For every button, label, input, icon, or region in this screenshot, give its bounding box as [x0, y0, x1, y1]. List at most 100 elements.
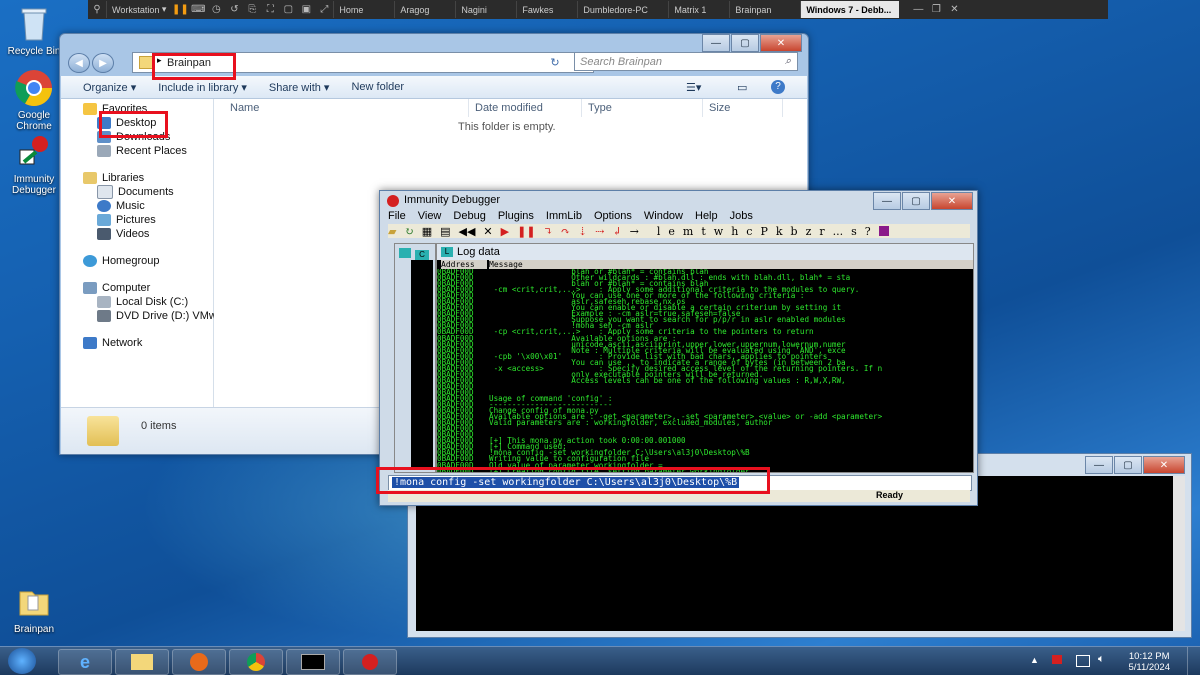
vm-restore-icon[interactable]: ❐ — [927, 1, 945, 18]
toolbar-letter-b[interactable]: b — [791, 225, 798, 238]
nav-computer[interactable]: Computer — [83, 281, 150, 295]
log-data-window[interactable]: L Log data Address Message 0BADF00D blah… — [436, 243, 974, 473]
console-scrollbar[interactable] — [1173, 476, 1185, 631]
immunity-minimize-button[interactable]: — — [873, 192, 901, 210]
explorer-minimize-button[interactable]: — — [702, 34, 730, 52]
show-desktop-button[interactable] — [1187, 647, 1200, 675]
immunity-maximize-button[interactable]: ▢ — [902, 192, 930, 210]
address-refresh-button[interactable]: ↻ — [544, 53, 566, 71]
desktop-icon-brainpan[interactable]: Brainpan — [2, 582, 66, 635]
rewind-icon[interactable]: ◀◀ — [459, 225, 476, 238]
nav-documents[interactable]: Documents — [97, 185, 174, 199]
snapshot-icon[interactable]: ◷ — [207, 1, 225, 18]
goto-icon[interactable]: → — [630, 225, 639, 238]
tray-flag-icon[interactable] — [1052, 655, 1062, 664]
console-maximize-button[interactable]: ▢ — [1114, 456, 1142, 474]
organize-button[interactable]: Organize ▾ — [83, 81, 136, 94]
toolbar-letter-help[interactable]: ? — [865, 225, 871, 238]
toolbar-letter-k[interactable]: k — [776, 225, 783, 238]
log-body[interactable]: 0BADF00D blah or #blah* = contains blah 0… — [437, 269, 973, 472]
tray-network-icon[interactable] — [1076, 655, 1090, 667]
execute-till-return-icon[interactable]: ↲ — [612, 225, 621, 238]
toolbar-letter-more[interactable]: ... — [833, 225, 844, 238]
tab-dumbledore-pc[interactable]: Dumbledore-PC — [577, 1, 668, 18]
toolbar-letter-s[interactable]: s — [851, 225, 857, 238]
taskbar-ie[interactable]: e — [58, 649, 112, 675]
nav-network[interactable]: Network — [83, 336, 142, 350]
help-icon[interactable]: ? — [771, 80, 785, 94]
tab-fawkes[interactable]: Fawkes — [516, 1, 577, 18]
close-debuggee-icon[interactable]: ▦ — [422, 225, 432, 238]
run-icon[interactable]: ▶ — [501, 225, 509, 238]
step-into-icon[interactable]: ↴ — [544, 225, 553, 238]
trace-over-icon[interactable]: ⇢ — [595, 225, 604, 238]
menu-file[interactable]: File — [388, 210, 406, 222]
pause-debug-icon[interactable]: ❚❚ — [517, 225, 535, 238]
view-options-icon[interactable]: ☰▾ — [686, 81, 701, 94]
toolbar-letter-m[interactable]: m — [683, 225, 693, 238]
console-view-icon[interactable]: ▣ — [297, 1, 315, 18]
forward-button[interactable]: ▶ — [92, 53, 114, 73]
tab-aragog[interactable]: Aragog — [394, 1, 455, 18]
explorer-maximize-button[interactable]: ▢ — [731, 34, 759, 52]
toolbar-letter-c[interactable]: c — [746, 225, 752, 238]
desktop-icon-recycle-bin[interactable]: Recycle Bin — [2, 4, 66, 57]
share-with-button[interactable]: Share with ▾ — [269, 81, 330, 94]
tab-brainpan[interactable]: Brainpan — [729, 1, 800, 18]
column-size[interactable]: Size — [703, 99, 783, 117]
taskbar-immunity[interactable] — [343, 649, 397, 675]
step-over-icon[interactable]: ↷ — [561, 225, 570, 238]
toolbar-letter-l[interactable]: l — [657, 225, 661, 238]
tab-windows-7-debugging[interactable]: Windows 7 - Debb... — [800, 1, 900, 18]
menu-options[interactable]: Options — [594, 210, 632, 222]
column-type[interactable]: Type — [582, 99, 703, 117]
stretch-icon[interactable]: ⤢ — [315, 1, 333, 18]
taskbar-media-player[interactable] — [172, 649, 226, 675]
explorer-close-button[interactable]: ✕ — [760, 34, 802, 52]
new-folder-button[interactable]: New folder — [351, 81, 404, 93]
menu-help[interactable]: Help — [695, 210, 718, 222]
tray-volume-icon[interactable]: 🔈︎ — [1098, 653, 1105, 666]
tray-show-hidden-icon[interactable]: ▲ — [1030, 655, 1039, 665]
log-column-address[interactable]: Address — [441, 260, 487, 269]
nav-libraries[interactable]: Libraries — [83, 171, 144, 185]
include-in-library-button[interactable]: Include in library ▾ — [158, 81, 247, 94]
nav-recent-places[interactable]: Recent Places — [97, 144, 187, 158]
toolbar-letter-e[interactable]: e — [668, 225, 675, 238]
nav-music[interactable]: Music — [97, 199, 145, 213]
menu-plugins[interactable]: Plugins — [498, 210, 534, 222]
menu-view[interactable]: View — [418, 210, 442, 222]
tab-nagini[interactable]: Nagini — [455, 1, 516, 18]
pin-icon[interactable]: ⚲ — [88, 1, 106, 18]
attach-icon[interactable]: ▤ — [440, 225, 450, 238]
column-name[interactable]: Name — [224, 99, 469, 117]
toolbar-letter-z[interactable]: z — [806, 225, 812, 238]
menu-immlib[interactable]: ImmLib — [546, 210, 582, 222]
console-minimize-button[interactable]: — — [1085, 456, 1113, 474]
toolbar-letter-w[interactable]: w — [714, 225, 723, 238]
nav-dvd-drive[interactable]: DVD Drive (D:) VMw — [97, 309, 217, 323]
revert-icon[interactable]: ↺ — [225, 1, 243, 18]
toolbar-letter-h[interactable]: h — [731, 225, 738, 238]
pause-icon[interactable]: ❚❚ — [171, 1, 189, 18]
trace-into-icon[interactable]: ⇣ — [578, 225, 587, 238]
nav-pictures[interactable]: Pictures — [97, 213, 156, 227]
menu-window[interactable]: Window — [644, 210, 683, 222]
immunity-debugger-window[interactable]: Immunity Debugger — ▢ ✕ File View Debug … — [379, 190, 978, 506]
taskbar-chrome[interactable] — [229, 649, 283, 675]
unity-icon[interactable]: ▢ — [279, 1, 297, 18]
workstation-menu[interactable]: Workstation ▾ — [106, 1, 171, 18]
taskbar-clock[interactable]: 10:12 PM 5/11/2024 — [1128, 651, 1170, 673]
nav-videos[interactable]: Videos — [97, 227, 149, 241]
taskbar-cmd[interactable] — [286, 649, 340, 675]
restart-icon[interactable]: ↻ — [404, 225, 413, 238]
manage-snapshots-icon[interactable]: ⎘ — [243, 1, 261, 18]
toolbar-letter-t[interactable]: t — [701, 225, 705, 238]
fullscreen-icon[interactable]: ⛶ — [261, 1, 279, 18]
console-close-button[interactable]: ✕ — [1143, 456, 1185, 474]
toolbar-letter-p[interactable]: P — [760, 225, 767, 238]
stop-icon[interactable]: ✕ — [483, 225, 492, 238]
vm-close-icon[interactable]: ✕ — [945, 1, 963, 18]
tab-home[interactable]: Home — [333, 1, 394, 18]
menu-debug[interactable]: Debug — [453, 210, 485, 222]
